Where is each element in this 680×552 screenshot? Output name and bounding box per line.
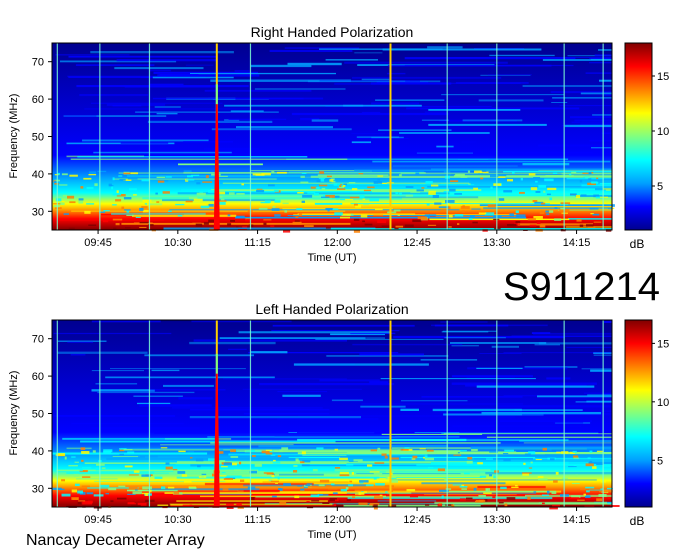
x-tick-label: 09:45	[84, 514, 112, 526]
panel-title: Right Handed Polarization	[251, 24, 414, 40]
x-tick-label: 09:45	[84, 237, 112, 249]
colorbar-unit-label: dB	[630, 514, 645, 528]
colorbar-tick-label: 5	[657, 455, 663, 467]
colorbar-tick-label: 15	[657, 71, 669, 83]
x-tick-label: 12:00	[324, 237, 352, 249]
y-axis-label: Frequency (MHz)	[8, 94, 20, 179]
x-tick-label: 11:15	[244, 514, 271, 526]
y-tick-label: 60	[32, 94, 44, 106]
y-tick-label: 70	[32, 57, 44, 69]
colorbar-unit-label: dB	[630, 237, 645, 251]
x-axis-label: Time (UT)	[307, 252, 356, 264]
x-axis-label: Time (UT)	[307, 529, 356, 541]
y-tick-label: 30	[32, 206, 44, 218]
x-tick-label: 12:45	[403, 514, 431, 526]
colorbar: 5 10 15	[624, 319, 669, 508]
colorbar-gradient	[624, 42, 653, 231]
y-tick-label: 50	[32, 409, 44, 421]
y-tick-label: 70	[32, 334, 44, 346]
colorbar-tick-label: 10	[657, 397, 669, 409]
y-tick-label: 60	[32, 371, 44, 383]
colorbar: 5 10 15	[624, 42, 669, 231]
colorbar-tick-label: 10	[657, 126, 669, 138]
panel-title: Left Handed Polarization	[255, 301, 408, 317]
x-tick-label: 11:15	[244, 237, 271, 249]
y-tick-label: 40	[32, 169, 44, 181]
colorbar-tick-label: 15	[657, 338, 669, 350]
spectrogram-figure: Right Handed Polarization 09:45 10:30 11:1…	[8, 24, 669, 549]
colorbar-tick-label: 5	[657, 181, 663, 193]
panel-right-polarization: Right Handed Polarization 09:45 10:30 11:1…	[8, 24, 669, 264]
x-tick-label: 14:15	[563, 514, 591, 526]
event-id-label: S911214	[503, 265, 660, 309]
colorbar-gradient	[624, 319, 653, 508]
y-tick-label: 40	[32, 446, 44, 458]
y-axis-label: Frequency (MHz)	[8, 371, 20, 456]
x-tick-label: 12:00	[324, 514, 352, 526]
x-tick-label: 13:30	[483, 514, 511, 526]
y-tick-label: 30	[32, 483, 44, 495]
y-tick-label: 50	[32, 132, 44, 144]
heatmap-plot	[51, 42, 615, 233]
x-tick-label: 13:30	[483, 237, 511, 249]
panel-left-polarization: Left Handed Polarization 09:45 10:30 11:15…	[8, 301, 669, 541]
heatmap-background	[52, 43, 612, 230]
x-tick-label: 10:30	[164, 514, 192, 526]
instrument-footer: Nancay Decameter Array	[26, 532, 205, 549]
x-tick-label: 14:15	[563, 237, 591, 249]
x-tick-label: 12:45	[403, 237, 431, 249]
x-tick-label: 10:30	[164, 237, 192, 249]
heatmap-plot	[51, 319, 620, 510]
